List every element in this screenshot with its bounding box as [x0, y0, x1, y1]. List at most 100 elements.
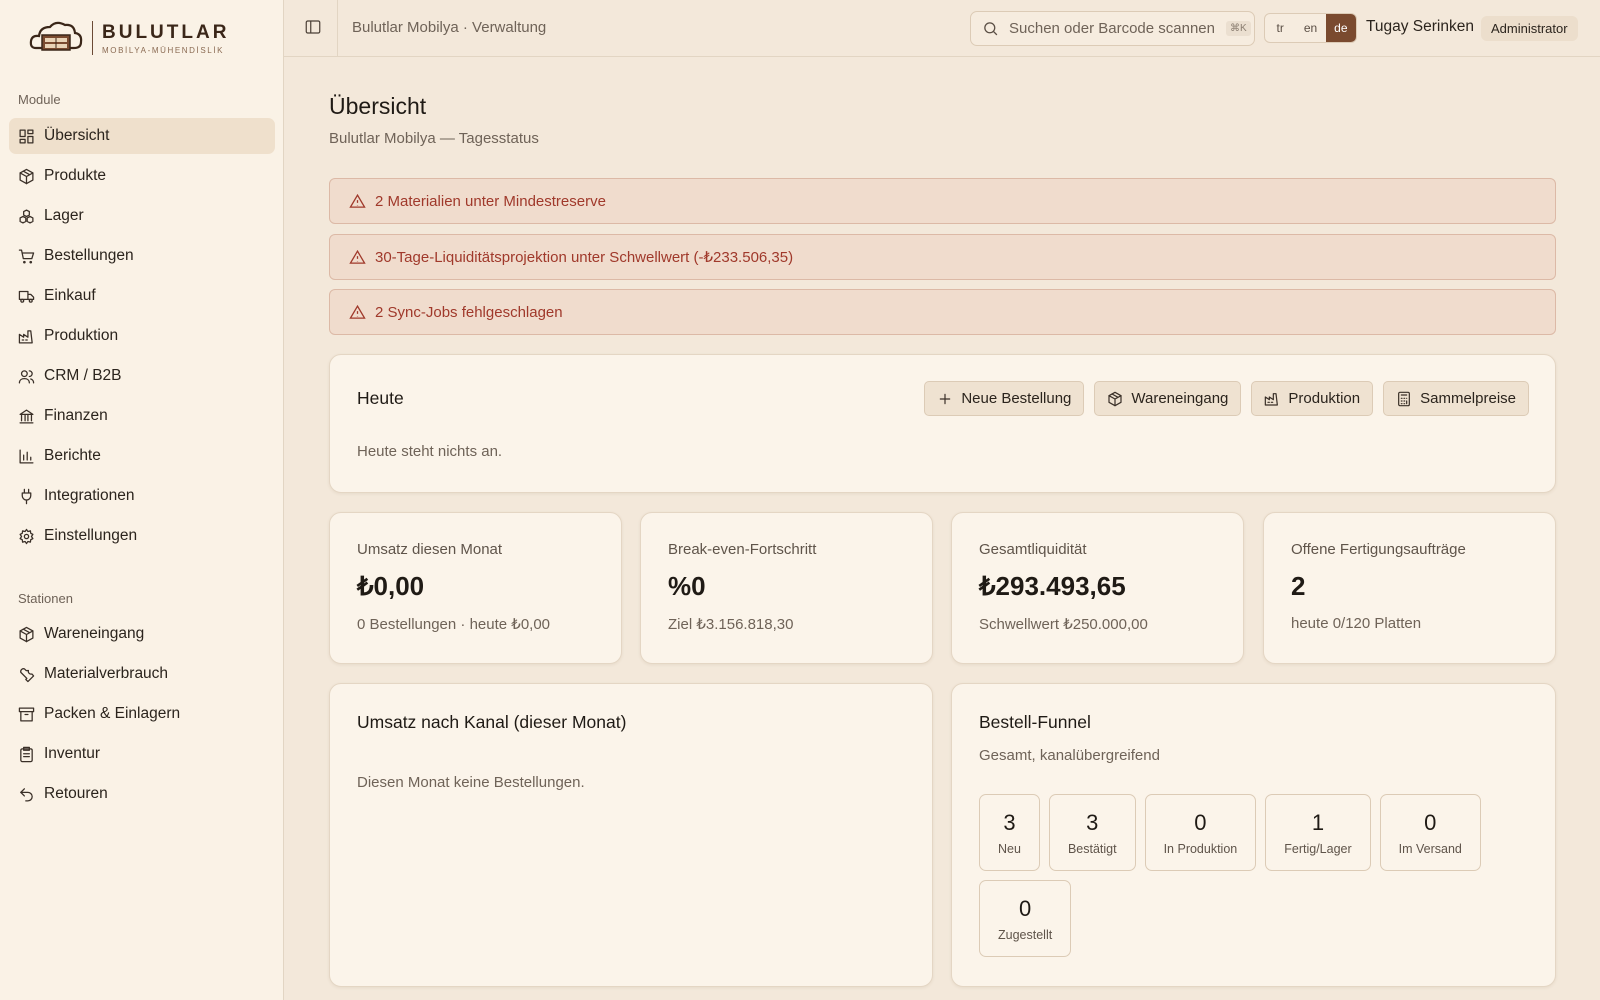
funnel-stage[interactable]: 1 Fertig/Lager: [1265, 794, 1371, 871]
channel-empty-text: Diesen Monat keine Bestellungen.: [357, 774, 585, 791]
kpi-label: Umsatz diesen Monat: [357, 541, 503, 558]
sidebar-item-label: Berichte: [44, 447, 101, 464]
kpi-value: 2: [1291, 571, 1306, 601]
funnel-count: 3: [1003, 809, 1016, 835]
language-tr[interactable]: tr: [1265, 14, 1295, 42]
sidebar-item-uebersicht[interactable]: Übersicht: [9, 118, 275, 154]
sidebar-item-label: Wareneingang: [44, 625, 145, 642]
sidebar-item-label: Einstellungen: [44, 527, 138, 544]
kpi-card: Gesamtliquidität ₺293.493,65 Schwellwert…: [951, 512, 1244, 664]
warning-icon: [349, 304, 366, 319]
sidebar-item-einstellungen[interactable]: Einstellungen: [9, 518, 275, 554]
warning-icon: [349, 249, 366, 264]
modules-nav: Übersicht Produkte Lager Bestellungen Ei…: [9, 118, 275, 558]
topbar: Bulutlar Mobilya · Verwaltung ⌘K tr en d…: [284, 0, 1600, 57]
panel-title: Bestell-Funnel: [979, 712, 1091, 732]
goods-receipt-button[interactable]: Wareneingang: [1094, 381, 1242, 416]
role-badge: Administrator: [1481, 16, 1578, 41]
language-de[interactable]: de: [1325, 14, 1356, 42]
funnel-count: 3: [1086, 809, 1099, 835]
factory-icon: [1265, 392, 1279, 406]
kpi-label: Break-even-Fortschritt: [668, 541, 817, 558]
production-button[interactable]: Produktion: [1251, 381, 1374, 416]
alert-text: 2 Sync-Jobs fehlgeschlagen: [375, 303, 563, 321]
sidebar-item-berichte[interactable]: Berichte: [9, 438, 275, 474]
stations-section-label: Stationen: [18, 591, 73, 606]
bulk-prices-button[interactable]: Sammelpreise: [1383, 381, 1529, 416]
sidebar-item-materialverbrauch[interactable]: Materialverbrauch: [9, 656, 275, 692]
sidebar-item-wareneingang[interactable]: Wareneingang: [9, 616, 275, 652]
funnel-stages: 3 Neu 3 Bestätigt 0 In Produktion 1 Fertig/L…: [979, 794, 1524, 957]
funnel-count: 0: [1424, 809, 1437, 835]
wrench-icon: [20, 667, 35, 682]
sidebar-item-crm[interactable]: CRM / B2B: [9, 358, 275, 394]
kpi-card: Break-even-Fortschritt %0 Ziel ₺3.156.81…: [640, 512, 933, 664]
alert-banner[interactable]: 2 Materialien unter Mindestreserve: [329, 178, 1556, 224]
clipboard-icon: [20, 746, 33, 762]
revenue-by-channel-card: Umsatz nach Kanal (dieser Monat) Diesen …: [329, 683, 933, 987]
bar-chart-icon: [19, 448, 34, 464]
today-empty-text: Heute steht nichts an.: [357, 443, 503, 460]
sidebar-item-label: Bestellungen: [44, 247, 134, 264]
funnel-label: Zugestellt: [998, 927, 1053, 942]
brand-logo[interactable]: BULUTLAR MOBİLYA-MÜHENDİSLİK: [28, 18, 229, 58]
page-title: Übersicht: [329, 93, 427, 119]
sidebar-item-lager[interactable]: Lager: [9, 198, 275, 234]
page-subtitle: Bulutlar Mobilya — Tagesstatus: [329, 130, 539, 147]
sidebar-item-label: Einkauf: [44, 287, 96, 304]
sidebar-item-label: Packen & Einlagern: [44, 705, 181, 722]
funnel-label: Fertig/Lager: [1284, 841, 1352, 856]
sidebar-item-finanzen[interactable]: Finanzen: [9, 398, 275, 434]
sidebar-item-inventur[interactable]: Inventur: [9, 736, 275, 772]
funnel-stage[interactable]: 3 Neu: [979, 794, 1040, 871]
kpi-subtext: 0 Bestellungen · heute ₺0,00: [357, 616, 551, 633]
users-icon: [18, 369, 35, 384]
sidebar-item-label: CRM / B2B: [44, 367, 122, 384]
button-label: Wareneingang: [1131, 390, 1229, 407]
funnel-stage[interactable]: 0 In Produktion: [1144, 794, 1257, 871]
package-icon: [1108, 391, 1122, 406]
funnel-label: Im Versand: [1398, 841, 1462, 856]
kpi-card: Offene Fertigungsaufträge 2 heute 0/120 …: [1263, 512, 1556, 664]
kpi-subtext: Schwellwert ₺250.000,00: [979, 616, 1148, 633]
cart-icon: [18, 248, 35, 264]
sidebar-item-produktion[interactable]: Produktion: [9, 318, 275, 354]
search-icon: [984, 22, 998, 36]
sidebar-item-label: Materialverbrauch: [44, 665, 169, 682]
alert-banner[interactable]: 30-Tage-Liquiditätsprojektion unter Schw…: [329, 234, 1556, 280]
alert-text: 2 Materialien unter Mindestreserve: [375, 192, 606, 210]
button-label: Neue Bestellung: [961, 390, 1072, 407]
search-input[interactable]: [1009, 20, 1224, 37]
sidebar-item-label: Übersicht: [44, 127, 110, 144]
funnel-stage[interactable]: 0 Zugestellt: [979, 880, 1072, 957]
breadcrumb: Bulutlar Mobilya · Verwaltung: [352, 19, 547, 36]
sidebar-item-bestellungen[interactable]: Bestellungen: [9, 238, 275, 274]
sidebar-item-einkauf[interactable]: Einkauf: [9, 278, 275, 314]
stations-nav: Wareneingang Materialverbrauch Packen & …: [9, 616, 275, 816]
sidebar-item-label: Inventur: [44, 745, 101, 762]
alert-banner[interactable]: 2 Sync-Jobs fehlgeschlagen: [329, 289, 1556, 335]
new-order-button[interactable]: Neue Bestellung: [924, 381, 1085, 416]
sidebar-item-label: Produktion: [44, 327, 119, 344]
kpi-label: Gesamtliquidität: [979, 541, 1087, 558]
search-box[interactable]: ⌘K: [970, 11, 1255, 46]
language-en[interactable]: en: [1295, 14, 1325, 42]
brand-name: BULUTLAR: [102, 21, 230, 43]
kpi-value: ₺293.493,65: [979, 571, 1126, 601]
sidebar-item-retouren[interactable]: Retouren: [9, 776, 275, 812]
gear-icon: [19, 528, 34, 544]
bank-icon: [19, 408, 34, 424]
user-name[interactable]: Tugay Serinken: [1366, 18, 1474, 36]
sidebar-item-produkte[interactable]: Produkte: [9, 158, 275, 194]
language-switcher: tr en de: [1264, 13, 1357, 43]
funnel-stage[interactable]: 3 Bestätigt: [1048, 794, 1136, 871]
sidebar-item-packen[interactable]: Packen & Einlagern: [9, 696, 275, 732]
funnel-stage[interactable]: 0 Im Versand: [1379, 794, 1481, 871]
funnel-count: 0: [1194, 809, 1207, 835]
cloud-furniture-logo: [29, 21, 83, 51]
sidebar-toggle-button[interactable]: [304, 18, 324, 38]
sidebar-item-integrationen[interactable]: Integrationen: [9, 478, 275, 514]
archive-icon: [18, 706, 35, 722]
kpi-label: Offene Fertigungsaufträge: [1291, 541, 1466, 558]
plug-icon: [21, 488, 32, 504]
